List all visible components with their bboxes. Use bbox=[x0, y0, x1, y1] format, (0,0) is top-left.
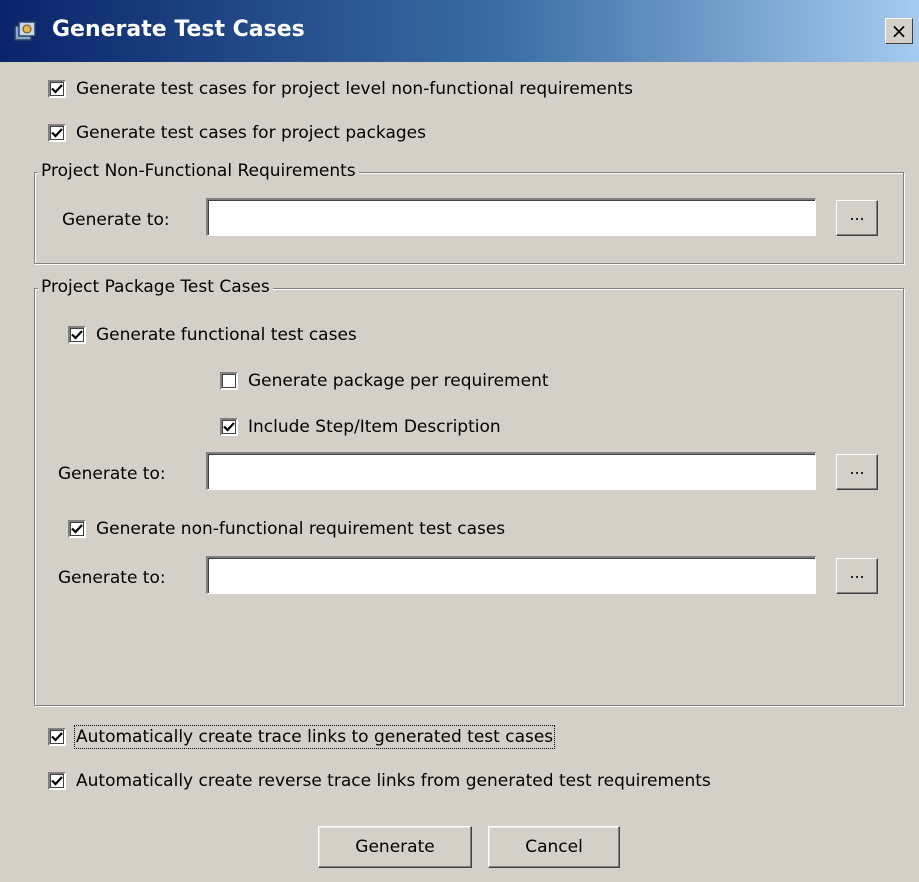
window-title: Generate Test Cases bbox=[52, 17, 305, 42]
checkbox-reverse-trace[interactable] bbox=[48, 772, 66, 790]
checkbox-nonfunctional[interactable] bbox=[68, 520, 86, 538]
option-label: Include Step/Item Description bbox=[248, 417, 501, 437]
nfr-generate-to-label: Generate to: bbox=[62, 210, 170, 230]
option-reverse-trace[interactable]: Automatically create reverse trace links… bbox=[48, 768, 711, 794]
functional-generate-to-input[interactable] bbox=[208, 454, 815, 489]
package-group bbox=[34, 288, 904, 706]
nonfunctional-browse-button[interactable]: ... bbox=[836, 558, 878, 594]
checkbox-auto-trace[interactable] bbox=[48, 728, 66, 746]
nonfunctional-generate-to-label: Generate to: bbox=[58, 568, 166, 588]
app-icon bbox=[12, 18, 38, 44]
ellipsis-icon: ... bbox=[849, 205, 865, 224]
nfr-generate-to-field[interactable] bbox=[206, 198, 816, 236]
option-label: Automatically create trace links to gene… bbox=[73, 725, 556, 749]
package-group-title: Project Package Test Cases bbox=[38, 277, 273, 297]
cancel-button[interactable]: Cancel bbox=[488, 826, 620, 868]
functional-generate-to-label: Generate to: bbox=[58, 464, 166, 484]
checkbox-functional[interactable] bbox=[68, 326, 86, 344]
title-bar: Generate Test Cases × bbox=[0, 0, 919, 62]
nonfunctional-generate-to-input[interactable] bbox=[208, 558, 815, 593]
option-project-packages[interactable]: Generate test cases for project packages bbox=[48, 120, 426, 146]
option-functional[interactable]: Generate functional test cases bbox=[68, 322, 357, 348]
option-label: Generate non-functional requirement test… bbox=[96, 519, 506, 539]
close-icon: × bbox=[890, 19, 908, 43]
nfr-browse-button[interactable]: ... bbox=[836, 200, 878, 236]
option-package-per-requirement[interactable]: Generate package per requirement bbox=[220, 368, 549, 394]
option-auto-trace[interactable]: Automatically create trace links to gene… bbox=[48, 724, 556, 750]
checkmark-icon bbox=[51, 128, 63, 138]
checkbox-project-level-nfr[interactable] bbox=[48, 80, 66, 98]
checkmark-icon bbox=[223, 422, 235, 432]
checkbox-package-per-requirement[interactable] bbox=[220, 372, 238, 390]
checkmark-icon bbox=[71, 330, 83, 340]
option-nonfunctional[interactable]: Generate non-functional requirement test… bbox=[68, 516, 505, 542]
option-label: Generate package per requirement bbox=[248, 371, 549, 391]
option-include-step-description[interactable]: Include Step/Item Description bbox=[220, 414, 501, 440]
option-label: Generate test cases for project packages bbox=[76, 123, 427, 143]
ellipsis-icon: ... bbox=[849, 563, 865, 582]
nfr-generate-to-input[interactable] bbox=[208, 200, 815, 235]
checkmark-icon bbox=[51, 84, 63, 94]
functional-generate-to-field[interactable] bbox=[206, 452, 816, 490]
option-label: Generate test cases for project level no… bbox=[76, 79, 634, 99]
checkmark-icon bbox=[51, 776, 63, 786]
ellipsis-icon: ... bbox=[849, 459, 865, 478]
checkbox-project-packages[interactable] bbox=[48, 124, 66, 142]
option-label: Automatically create reverse trace links… bbox=[76, 771, 711, 791]
generate-button[interactable]: Generate bbox=[318, 826, 472, 868]
checkmark-icon bbox=[71, 524, 83, 534]
checkbox-include-step-description[interactable] bbox=[220, 418, 238, 436]
option-project-level-nfr[interactable]: Generate test cases for project level no… bbox=[48, 76, 633, 102]
functional-browse-button[interactable]: ... bbox=[836, 454, 878, 490]
nonfunctional-generate-to-field[interactable] bbox=[206, 556, 816, 594]
close-button[interactable]: × bbox=[885, 18, 913, 44]
checkmark-icon bbox=[51, 732, 63, 742]
nfr-group-title: Project Non-Functional Requirements bbox=[38, 161, 359, 181]
option-label: Generate functional test cases bbox=[96, 325, 357, 345]
